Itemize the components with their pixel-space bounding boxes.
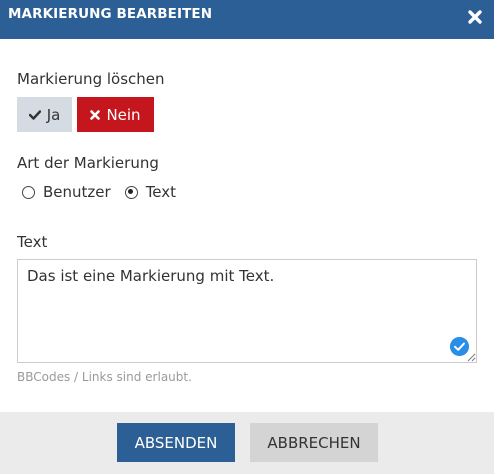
yes-button-label: Ja [46, 105, 61, 124]
check-icon [28, 109, 41, 120]
dialog-footer: ABSENDEN ABBRECHEN [0, 412, 494, 474]
marker-type-label: Art der Markierung [17, 154, 159, 172]
cancel-button[interactable]: ABBRECHEN [250, 423, 378, 462]
radio-circle-text[interactable] [124, 185, 138, 199]
radio-text[interactable]: Text [124, 183, 177, 201]
bbcode-hint: BBCodes / Links sind erlaubt. [17, 370, 192, 384]
radio-text-label: Text [145, 183, 177, 201]
dialog-header: MARKIERUNG BEARBEITEN [0, 0, 494, 39]
resize-handle-icon[interactable] [466, 352, 476, 362]
cross-icon [90, 109, 101, 120]
submit-button[interactable]: ABSENDEN [117, 423, 235, 462]
marker-text-input[interactable]: Das ist eine Markierung mit Text. [17, 259, 477, 363]
text-field-label: Text [17, 233, 48, 251]
no-button[interactable]: Nein [77, 97, 154, 132]
yes-button[interactable]: Ja [17, 97, 72, 132]
radio-circle-benutzer[interactable] [22, 185, 35, 199]
radio-benutzer-label: Benutzer [43, 183, 111, 201]
radio-benutzer[interactable]: Benutzer [22, 183, 111, 201]
no-button-label: Nein [106, 105, 141, 124]
delete-marker-label: Markierung löschen [17, 70, 165, 88]
dialog-title: MARKIERUNG BEARBEITEN [8, 6, 213, 22]
close-icon[interactable] [466, 8, 484, 26]
marker-type-radio-group: Benutzer Text [22, 183, 176, 201]
